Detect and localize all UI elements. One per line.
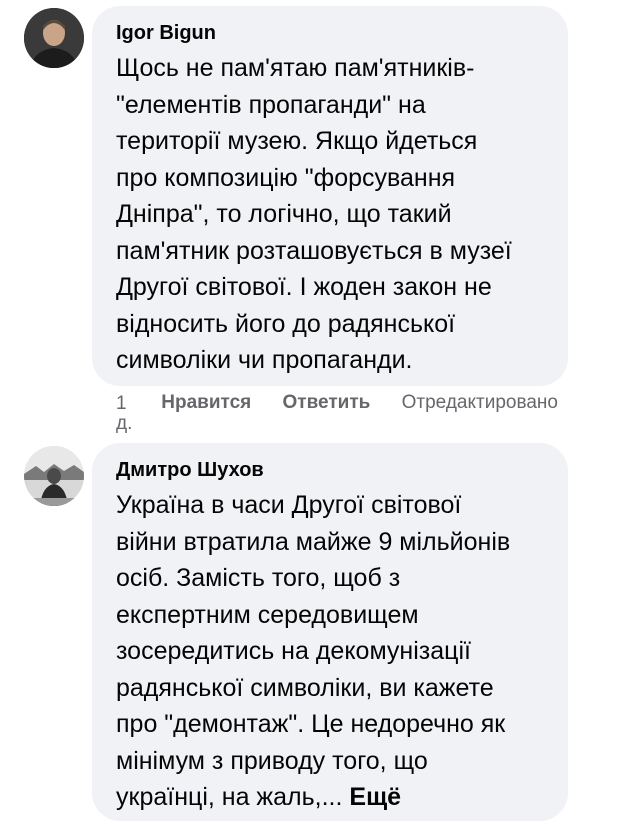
comments-thread: Igor Bigun Щось не пам'ятаю пам'ятників-… xyxy=(0,0,621,828)
comment-text: Україна в часи Другої світової війни втр… xyxy=(116,487,546,816)
comment-author[interactable]: Igor Bigun xyxy=(116,20,546,46)
avatar[interactable] xyxy=(24,446,84,506)
profile-photo-icon xyxy=(24,446,84,506)
profile-photo-icon xyxy=(24,8,84,68)
edited-label: Отредактировано xyxy=(401,392,558,413)
comment-bubble: Igor Bigun Щось не пам'ятаю пам'ятників-… xyxy=(92,6,568,386)
comment-time[interactable]: 1 д. xyxy=(116,394,156,434)
comment-text-body: Україна в часи Другої світової війни втр… xyxy=(116,491,511,811)
see-more-link[interactable]: Ещё xyxy=(349,783,401,811)
comment-bubble: Дмитро Шухов Україна в часи Другої світо… xyxy=(92,443,568,821)
reply-button[interactable]: Ответить xyxy=(283,391,371,415)
comment-actions: 1 д. Нравится Ответить Отредактировано xyxy=(116,391,606,434)
comment-text: Щось не пам'ятаю пам'ятників- "елементів… xyxy=(116,54,512,374)
like-button[interactable]: Нравится xyxy=(161,391,251,415)
avatar[interactable] xyxy=(24,8,84,68)
comment-author[interactable]: Дмитро Шухов xyxy=(116,457,546,483)
